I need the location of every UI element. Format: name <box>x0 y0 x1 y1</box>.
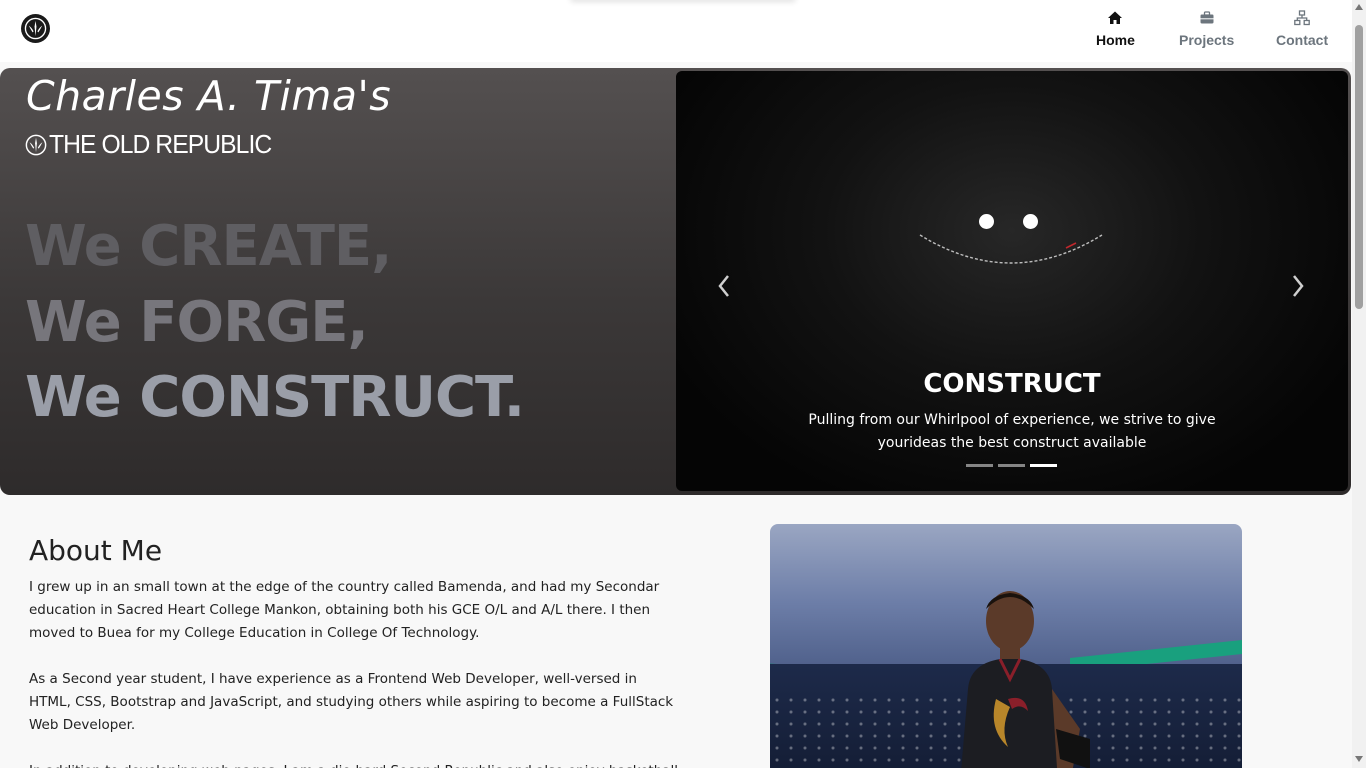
about-paragraph: I grew up in an small town at the edge o… <box>29 579 660 641</box>
republic-emblem-icon <box>25 134 47 155</box>
chevron-left-icon <box>718 275 729 297</box>
about-heading: About Me <box>29 534 163 567</box>
sitemap-icon <box>1294 10 1310 26</box>
about-paragraph: As a Second year student, I have experie… <box>29 671 674 733</box>
briefcase-icon <box>1200 11 1214 24</box>
nav-label-projects: Projects <box>1179 32 1235 48</box>
slogan-line-create: We CREATE, <box>25 214 392 279</box>
carousel-caption-text: Pulling from our Whirlpool of experience… <box>808 412 1216 451</box>
scroll-thumb[interactable] <box>1355 25 1363 309</box>
republic-emblem-icon[interactable] <box>21 14 50 43</box>
smiley-mouth-image <box>919 234 1103 264</box>
slogan-line-forge: We FORGE, <box>25 290 369 355</box>
hero-brand-text: THE OLD REPUBLIC <box>49 129 272 159</box>
scroll-down-arrow-icon[interactable] <box>1355 756 1363 762</box>
chevron-right-icon <box>1293 275 1304 297</box>
scroll-up-arrow-icon[interactable] <box>1355 4 1363 10</box>
player-figure-image <box>961 591 1090 768</box>
nav-label-home: Home <box>1096 32 1135 48</box>
about-paragraph: In addition to developing web pages, I a… <box>29 760 679 768</box>
about-photo <box>770 524 1242 768</box>
nav-item-contact[interactable]: Contact <box>1276 10 1328 48</box>
carousel-indicators <box>966 464 1057 467</box>
carousel-caption-title: CONSTRUCT <box>923 369 1101 399</box>
hero-carousel: CONSTRUCT Pulling from our Whirlpool of … <box>676 71 1348 491</box>
carousel-next-button[interactable] <box>1286 271 1310 301</box>
navbar: Home Projects Contact <box>0 0 1352 62</box>
carousel-indicator-3[interactable] <box>1030 464 1057 467</box>
carousel-indicator-2[interactable] <box>998 464 1025 467</box>
hero-title: Charles A. Tima's <box>26 72 392 120</box>
hero-section: Charles A. Tima's THE OLD REPUBLIC We CR… <box>0 68 1351 495</box>
nav-item-projects[interactable]: Projects <box>1179 10 1234 48</box>
carousel-prev-button[interactable] <box>712 271 736 301</box>
hero-brand: THE OLD REPUBLIC <box>25 129 283 160</box>
home-icon <box>1108 11 1123 24</box>
slogan-line-construct: We CONSTRUCT. <box>25 365 525 430</box>
nav-label-contact: Contact <box>1276 32 1329 48</box>
carousel-indicator-1[interactable] <box>966 464 993 467</box>
nav-item-home[interactable]: Home <box>1096 10 1135 48</box>
page-scrollbar[interactable] <box>1352 0 1366 768</box>
